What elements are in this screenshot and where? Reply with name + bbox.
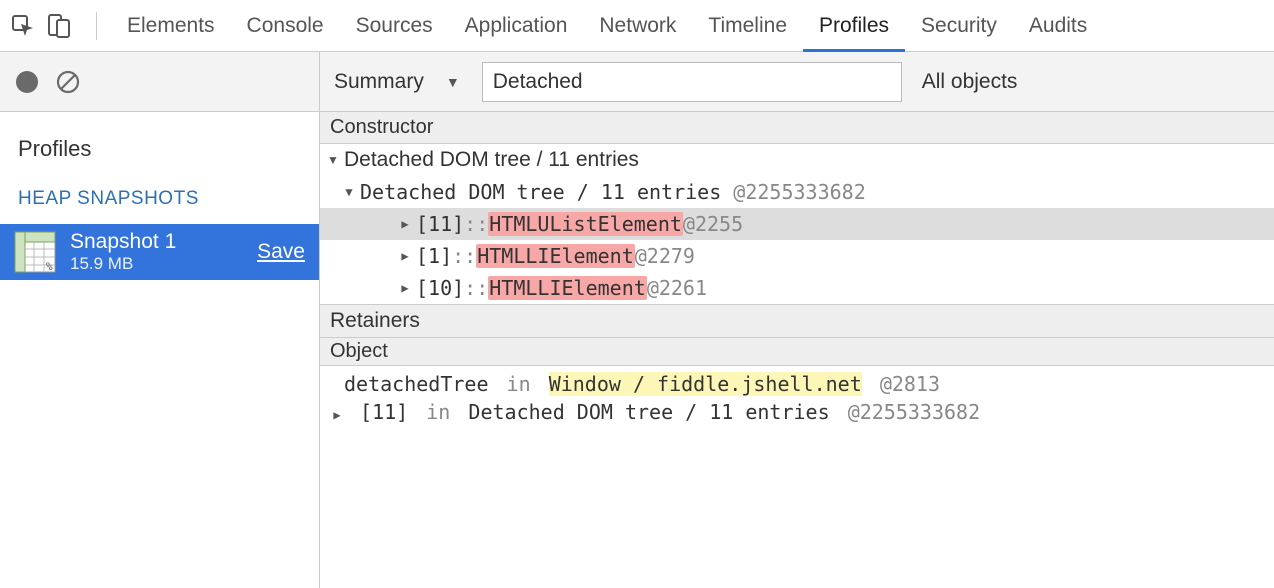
snapshot-name: Snapshot 1 <box>70 230 243 254</box>
device-toggle-icon[interactable] <box>46 13 72 39</box>
retainer-in: in <box>507 372 531 396</box>
profiles-toolbar <box>0 52 319 112</box>
svg-text:%: % <box>46 260 53 273</box>
tab-console[interactable]: Console <box>231 0 340 52</box>
snapshot-save-link[interactable]: Save <box>257 240 305 264</box>
child-id: @2255 <box>683 212 743 236</box>
heap-snapshots-label: HEAP SNAPSHOTS <box>0 180 319 224</box>
child-count: [1] <box>416 244 452 268</box>
child-class: HTMLLIElement <box>488 276 647 300</box>
tab-application[interactable]: Application <box>449 0 584 52</box>
heap-toolbar: Summary ▼ All objects <box>320 52 1274 112</box>
child-sep: :: <box>452 244 476 268</box>
constructor-column-header[interactable]: Constructor <box>320 112 1274 144</box>
view-dropdown[interactable]: Summary ▼ <box>334 70 468 94</box>
disclosure-triangle-icon[interactable]: ▶ <box>398 249 412 263</box>
child-id: @2279 <box>635 244 695 268</box>
retainer-count: [11] <box>360 400 408 424</box>
tab-profiles[interactable]: Profiles <box>803 0 905 52</box>
retainer-id: @2813 <box>880 372 940 396</box>
retainers-tree[interactable]: detachedTree in Window / fiddle.jshell.n… <box>320 366 1274 426</box>
tab-network[interactable]: Network <box>583 0 692 52</box>
tab-security[interactable]: Security <box>905 0 1013 52</box>
disclosure-triangle-icon[interactable]: ▼ <box>326 153 340 167</box>
disclosure-triangle-icon[interactable]: ▼ <box>342 185 356 199</box>
tree-group-row[interactable]: ▼ Detached DOM tree / 11 entries <box>320 144 1274 176</box>
profiles-sidebar: Profiles HEAP SNAPSHOTS % Snapshot 1 15.… <box>0 52 320 588</box>
tab-audits[interactable]: Audits <box>1013 0 1103 52</box>
tabbar-divider <box>96 12 97 40</box>
clear-icon[interactable] <box>56 70 80 94</box>
retainer-id: @2255333682 <box>848 400 980 424</box>
tree-child-row[interactable]: ▶ [10] :: HTMLLIElement @2261 <box>320 272 1274 304</box>
retainer-row[interactable]: detachedTree in Window / fiddle.jshell.n… <box>320 370 1274 398</box>
child-sep: :: <box>464 276 488 300</box>
record-button[interactable] <box>16 71 38 93</box>
snapshot-icon: % <box>14 231 56 273</box>
tree-node-label: Detached DOM tree / 11 entries <box>360 180 721 204</box>
snapshot-size: 15.9 MB <box>70 254 243 274</box>
child-class: HTMLUListElement <box>488 212 683 236</box>
retainer-in: in <box>426 400 450 424</box>
retainers-header[interactable]: Retainers <box>320 304 1274 338</box>
tree-group-label: Detached DOM tree / 11 entries <box>344 148 639 172</box>
constructor-tree[interactable]: ▼ Detached DOM tree / 11 entries ▼ Detac… <box>320 144 1274 304</box>
child-count: [10] <box>416 276 464 300</box>
chevron-down-icon: ▼ <box>446 74 460 90</box>
retainer-var: detachedTree <box>344 372 489 396</box>
devtools-tabbar: ElementsConsoleSourcesApplicationNetwork… <box>0 0 1274 52</box>
child-sep: :: <box>464 212 488 236</box>
scope-label: All objects <box>922 70 1018 94</box>
retainer-context: Window / fiddle.jshell.net <box>549 372 862 396</box>
retainer-row[interactable]: ▶ [11] in Detached DOM tree / 11 entries… <box>320 398 1274 426</box>
tree-node-id: @2255333682 <box>733 180 865 204</box>
child-count: [11] <box>416 212 464 236</box>
disclosure-triangle-icon[interactable]: ▶ <box>398 281 412 295</box>
tab-sources[interactable]: Sources <box>340 0 449 52</box>
class-filter-input[interactable] <box>482 62 902 102</box>
snapshot-item[interactable]: % Snapshot 1 15.9 MB Save <box>0 224 319 280</box>
profiles-title: Profiles <box>0 112 319 180</box>
tab-timeline[interactable]: Timeline <box>692 0 803 52</box>
tab-elements[interactable]: Elements <box>111 0 231 52</box>
child-id: @2261 <box>647 276 707 300</box>
tree-child-row[interactable]: ▶ [11] :: HTMLUListElement @2255 <box>320 208 1274 240</box>
disclosure-triangle-icon[interactable]: ▶ <box>398 217 412 231</box>
object-column-header[interactable]: Object <box>320 338 1274 366</box>
tree-node-row[interactable]: ▼ Detached DOM tree / 11 entries @225533… <box>320 176 1274 208</box>
retainer-context: Detached DOM tree / 11 entries <box>468 400 829 424</box>
view-dropdown-label: Summary <box>334 70 424 94</box>
child-class: HTMLLIElement <box>476 244 635 268</box>
inspect-icon[interactable] <box>10 13 36 39</box>
tree-child-row[interactable]: ▶ [1] :: HTMLLIElement @2279 <box>320 240 1274 272</box>
disclosure-triangle-icon[interactable]: ▶ <box>330 408 344 422</box>
